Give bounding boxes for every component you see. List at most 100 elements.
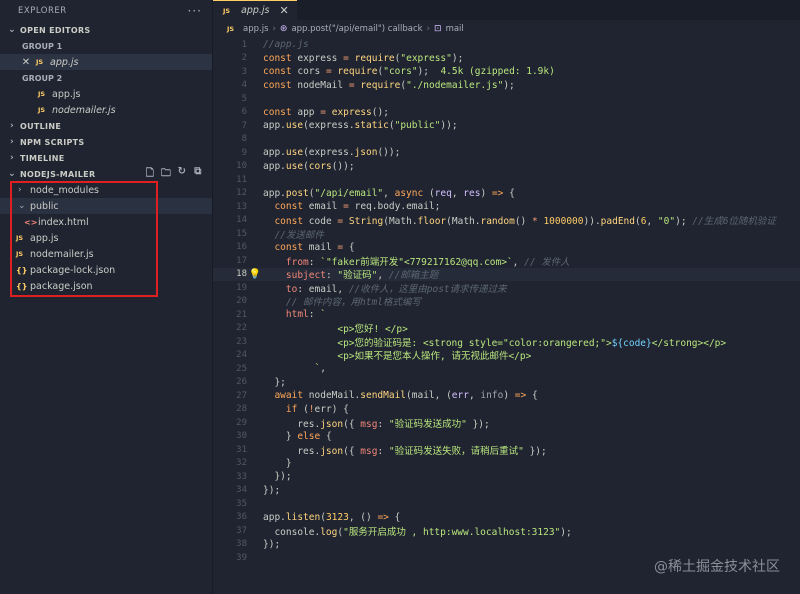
- tab-label: app.js: [241, 5, 270, 16]
- chevron-right-icon: ›: [272, 24, 276, 34]
- code-editor[interactable]: 1 //app.js 2 const express = require("expr…: [213, 38, 800, 565]
- js-file-icon: JS: [38, 90, 46, 98]
- line-number: 4: [241, 80, 247, 91]
- breadcrumb-file[interactable]: app.js: [243, 24, 269, 34]
- tree-label: app.js: [30, 232, 59, 244]
- code-text: app.use(express.json());: [263, 147, 401, 159]
- js-file-icon: JS: [227, 25, 235, 33]
- tree-label: package.json: [30, 280, 93, 292]
- line-number: 3: [241, 66, 247, 77]
- tree-file-app-js[interactable]: JS app.js: [0, 230, 212, 246]
- code-line: 8: [213, 133, 800, 147]
- close-icon[interactable]: ✕: [20, 57, 32, 68]
- code-line: 33 });: [213, 470, 800, 484]
- tab-app-js[interactable]: JS app.js ✕: [213, 0, 297, 20]
- code-line: 31 res.json({ msg: "验证码发送失败，请稍后重试" });: [213, 443, 800, 457]
- code-line: 7 app.use(express.static("public"));: [213, 119, 800, 133]
- code-text: //发送邮件: [274, 229, 324, 241]
- watermark: @稀土掘金技术社区: [654, 559, 780, 575]
- open-editor-item-app-js[interactable]: ✕ JS app.js: [0, 54, 212, 70]
- code-line-current: 18 💡 subject: "验证码", //邮箱主题: [213, 267, 800, 281]
- section-timeline[interactable]: › TIMELINE: [0, 150, 212, 166]
- breadcrumb-callback[interactable]: app.post("/api/email") callback: [291, 24, 422, 34]
- lightbulb-icon[interactable]: 💡: [249, 269, 261, 280]
- close-icon[interactable]: ✕: [280, 4, 289, 17]
- explorer-title: EXPLORER: [18, 6, 67, 16]
- line-number: 31: [236, 444, 247, 455]
- refresh-icon[interactable]: ↻: [176, 166, 188, 183]
- line-number: 18: [236, 269, 247, 280]
- chevron-down-icon: ⌄: [8, 169, 16, 179]
- code-line: 28 if (!err) {: [213, 403, 800, 417]
- new-folder-icon[interactable]: 🗀: [160, 166, 172, 183]
- line-number: 15: [236, 228, 247, 239]
- line-number: 14: [236, 215, 247, 226]
- line-number: 21: [236, 309, 247, 320]
- tree-label: nodemailer.js: [30, 248, 94, 260]
- code-text: app.use(cors());: [263, 160, 355, 172]
- line-number: 25: [236, 363, 247, 374]
- open-editor-label: app.js: [50, 56, 79, 68]
- section-project[interactable]: ⌄ NODEJS-MAILER 🗋 🗀 ↻ ⧉: [0, 166, 212, 182]
- open-editor-label: nodemailer.js: [52, 104, 116, 116]
- line-number: 2: [241, 53, 247, 64]
- js-file-icon: JS: [36, 58, 44, 66]
- code-line: 6 const app = express();: [213, 106, 800, 120]
- line-number: 30: [236, 431, 247, 442]
- code-line: 34});: [213, 484, 800, 498]
- code-text: const app = express();: [263, 106, 389, 118]
- chevron-right-icon: ›: [9, 153, 14, 163]
- new-file-icon[interactable]: 🗋: [144, 166, 156, 183]
- html-file-icon: <>: [24, 217, 38, 227]
- chevron-down-icon: ⌄: [18, 201, 26, 211]
- section-npm-scripts[interactable]: › NPM SCRIPTS: [0, 134, 212, 150]
- code-line: 22 <p>您好! </p>: [213, 322, 800, 335]
- code-line: 21 html: `: [213, 308, 800, 322]
- code-text: //app.js: [263, 39, 309, 51]
- collapse-all-icon[interactable]: ⧉: [192, 166, 204, 183]
- code-text: // 邮件内容，用html格式编写: [285, 297, 421, 309]
- code-text: const email = req.body.email;: [274, 201, 441, 213]
- tree-folder-public[interactable]: ⌄ public: [0, 198, 212, 214]
- open-editor-label: app.js: [52, 88, 81, 100]
- code-line: 5: [213, 92, 800, 106]
- code-text: res.json({ msg: "验证码发送失败，请稍后重试" });: [263, 445, 547, 457]
- more-actions-icon[interactable]: ···: [188, 4, 202, 18]
- code-line: 13 const email = req.body.email;: [213, 200, 800, 214]
- line-number: 28: [236, 404, 247, 415]
- tree-file-package-json[interactable]: {} package.json: [0, 278, 212, 294]
- function-icon: ⊛: [279, 24, 288, 34]
- open-editor-item-nodemailer-js[interactable]: JS nodemailer.js: [0, 102, 212, 118]
- code-line: 4 const nodeMail = require("./nodemailer.…: [213, 79, 800, 93]
- code-text: <p>如果不是您本人操作, 请无视此邮件</p>: [263, 351, 532, 363]
- code-text: const nodeMail = require("./nodemailer.j…: [263, 79, 515, 91]
- line-number: 9: [241, 147, 247, 158]
- section-label: NPM SCRIPTS: [20, 137, 85, 147]
- js-file-icon: JS: [16, 250, 24, 258]
- tree-file-package-lock-json[interactable]: {} package-lock.json: [0, 262, 212, 278]
- code-text: app.listen(3123, () => {: [263, 511, 401, 523]
- open-editor-item-app-js-2[interactable]: JS app.js: [0, 86, 212, 102]
- tree-folder-node-modules[interactable]: › node_modules: [0, 182, 212, 198]
- code-line: 2 const express = require("express");: [213, 52, 800, 66]
- code-text: <p>您的验证码是: <strong style="color:orangere…: [263, 337, 727, 349]
- code-text: app.use(express.static("public"));: [263, 120, 458, 132]
- tree-file-nodemailer-js[interactable]: JS nodemailer.js: [0, 246, 212, 262]
- line-number: 39: [236, 552, 247, 563]
- code-line: 9 app.use(express.json());: [213, 146, 800, 160]
- project-actions: 🗋 🗀 ↻ ⧉: [144, 166, 204, 183]
- section-open-editors[interactable]: ⌄ OPEN EDITORS: [0, 22, 212, 38]
- line-number: 8: [241, 134, 247, 145]
- section-outline[interactable]: › OUTLINE: [0, 118, 212, 134]
- tree-label: public: [30, 200, 59, 212]
- json-file-icon: {}: [16, 265, 28, 275]
- code-line: 29 res.json({ msg: "验证码发送成功" });: [213, 416, 800, 430]
- code-line: 32 }: [213, 457, 800, 471]
- chevron-right-icon: ›: [426, 24, 431, 34]
- breadcrumb-symbol[interactable]: mail: [446, 24, 464, 34]
- tree-file-index-html[interactable]: <> index.html: [0, 214, 212, 230]
- code-line: 38});: [213, 538, 800, 552]
- line-number: 6: [241, 107, 247, 118]
- code-text: const code = String(Math.floor(Math.rand…: [274, 216, 776, 228]
- code-line: 19 to: email, //收件人，这里由post请求传递过来: [213, 281, 800, 295]
